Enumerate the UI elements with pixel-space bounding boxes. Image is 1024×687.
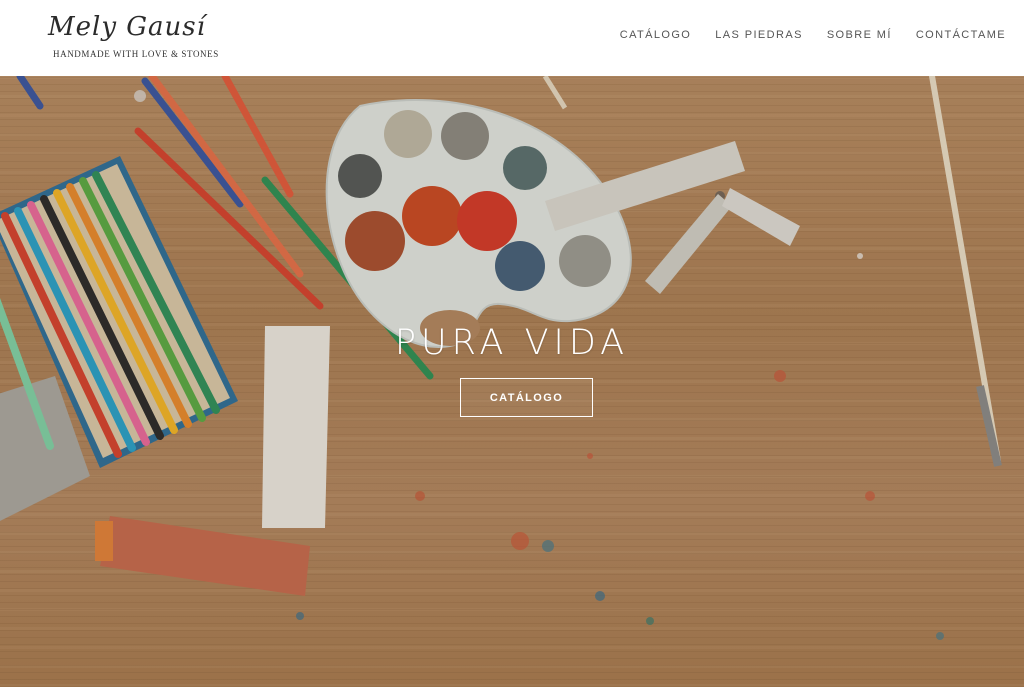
logo-tagline: HANDMADE WITH LOVE & STONES xyxy=(53,49,219,59)
hero-title: PURA VIDA xyxy=(394,323,630,363)
nav-catalogo[interactable]: CATÁLOGO xyxy=(620,29,692,41)
logo-script: Mely Gausí xyxy=(48,12,206,42)
nav-sobre-mi[interactable]: SOBRE MÍ xyxy=(827,29,892,41)
site-header: Mely Gausí HANDMADE WITH LOVE & STONES C… xyxy=(0,0,1024,76)
catalog-cta-button[interactable]: CATÁLOGO xyxy=(460,378,593,417)
site-logo[interactable]: Mely Gausí HANDMADE WITH LOVE & STONES xyxy=(48,12,228,64)
hero-section: PURA VIDA CATÁLOGO xyxy=(0,76,1024,687)
nav-las-piedras[interactable]: LAS PIEDRAS xyxy=(715,29,803,41)
nav-contactame[interactable]: CONTÁCTAME xyxy=(916,29,1006,41)
main-nav: CATÁLOGO LAS PIEDRAS SOBRE MÍ CONTÁCTAME xyxy=(620,29,1006,41)
